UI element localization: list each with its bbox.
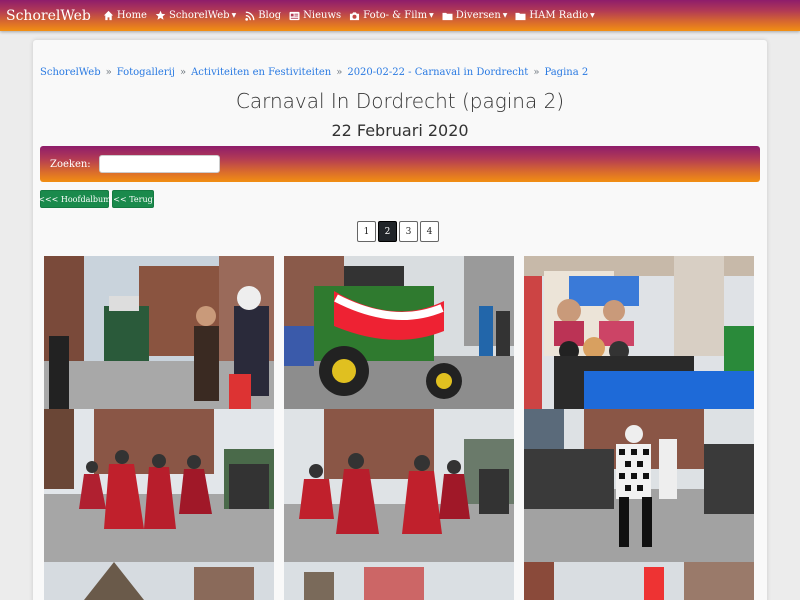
photo-partial: [284, 562, 514, 600]
breadcrumb-link-carnaval[interactable]: 2020-02-22 - Carnaval in Dordrecht: [347, 67, 528, 78]
photo-checkered-dancer: [524, 409, 754, 562]
nav-foto-film[interactable]: Foto- & Film ▼: [349, 10, 434, 21]
photo-parade-costume: [44, 256, 274, 409]
nav-blog-label: Blog: [258, 10, 282, 21]
gallery-photo[interactable]: [284, 409, 514, 562]
nav-ham-radio-label: HAM Radio: [529, 10, 589, 21]
breadcrumb-link-home[interactable]: SchorelWeb: [40, 67, 101, 78]
page-title: Carnaval In Dordrecht (pagina 2): [235, 89, 565, 113]
breadcrumb-separator: »: [179, 67, 187, 78]
photo-green-tractor: [284, 256, 514, 409]
photo-float-figures: [524, 256, 754, 409]
folder-icon: [515, 10, 526, 21]
breadcrumb-link-activiteiten[interactable]: Activiteiten en Festiviteiten: [191, 67, 331, 78]
nav-ham-radio[interactable]: HAM Radio ▼: [515, 10, 595, 21]
gallery-photo[interactable]: [284, 562, 514, 600]
nav-foto-film-label: Foto- & Film: [363, 10, 428, 21]
gallery-photo[interactable]: [44, 409, 274, 562]
gallery-photo[interactable]: [284, 256, 514, 409]
camera-icon: [349, 10, 360, 21]
home-icon: [103, 10, 114, 21]
nav-diversen-label: Diversen: [455, 10, 501, 21]
gallery-photo[interactable]: [44, 256, 274, 409]
brand-logo[interactable]: SchorelWeb: [6, 8, 91, 24]
search-input[interactable]: [98, 155, 220, 173]
page-button-3[interactable]: 3: [399, 221, 418, 242]
breadcrumb: SchorelWeb » Fotogallerij » Activiteiten en …: [40, 67, 588, 78]
photo-partial: [524, 562, 754, 600]
rss-icon: [244, 10, 255, 21]
main-album-button[interactable]: <<< Hoofdalbum: [38, 190, 111, 208]
newspaper-icon: [289, 10, 300, 21]
caret-down-icon: ▼: [590, 12, 595, 19]
nav-home-label: Home: [116, 10, 147, 21]
nav-schorelweb-label: SchorelWeb: [168, 10, 230, 21]
search-label: Zoeken:: [50, 158, 91, 170]
star-icon: [155, 10, 166, 21]
folder-icon: [442, 10, 453, 21]
nav-nieuws-label: Nieuws: [303, 10, 342, 21]
caret-down-icon: ▼: [231, 12, 237, 19]
breadcrumb-separator: »: [105, 67, 112, 78]
nav-blog[interactable]: Blog: [244, 10, 281, 21]
page-subtitle: 22 Februari 2020: [331, 121, 469, 140]
gallery-photo[interactable]: [524, 256, 754, 409]
breadcrumb-link-fotogallerij[interactable]: Fotogallerij: [117, 67, 175, 78]
back-button[interactable]: << Terug: [112, 190, 154, 208]
photo-partial: [44, 562, 274, 600]
page-button-1[interactable]: 1: [357, 221, 376, 242]
photo-red-dancers-street: [284, 409, 514, 562]
breadcrumb-current[interactable]: Pagina 2: [544, 67, 588, 78]
pagination: 1 2 3 4: [357, 221, 441, 242]
page-button-2[interactable]: 2: [378, 221, 397, 242]
caret-down-icon: ▼: [429, 12, 434, 19]
photo-red-dancers: [44, 409, 274, 562]
gallery-photo[interactable]: [524, 562, 754, 600]
gallery-photo[interactable]: [44, 562, 274, 600]
search-bar: Zoeken:: [40, 146, 760, 182]
navbar: SchorelWeb Home SchorelWeb ▼ Blog Nieuws…: [0, 0, 800, 31]
gallery-photo[interactable]: [524, 409, 754, 562]
page-button-4[interactable]: 4: [420, 221, 439, 242]
nav-diversen[interactable]: Diversen ▼: [442, 10, 508, 21]
nav-home[interactable]: Home: [103, 10, 147, 21]
nav-nieuws[interactable]: Nieuws: [289, 10, 341, 21]
nav-schorelweb[interactable]: SchorelWeb ▼: [155, 10, 236, 21]
breadcrumb-separator: »: [533, 67, 540, 78]
caret-down-icon: ▼: [502, 12, 508, 19]
breadcrumb-separator: »: [336, 67, 343, 78]
